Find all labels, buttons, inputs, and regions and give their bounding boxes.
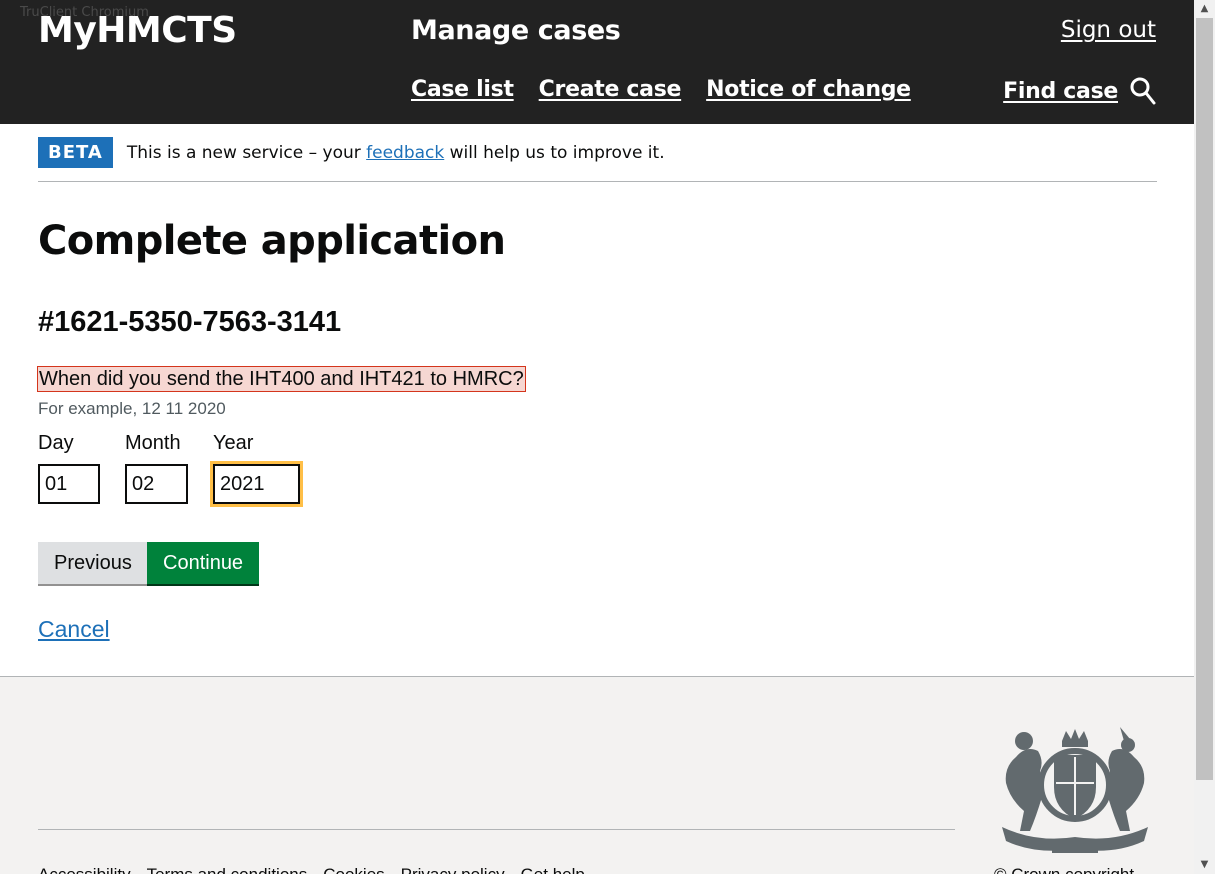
scroll-down-arrow-icon[interactable]: ▼ xyxy=(1194,856,1215,874)
year-input[interactable] xyxy=(213,464,300,504)
year-field: Year xyxy=(213,432,300,504)
previous-button[interactable]: Previous xyxy=(38,542,147,584)
nav-notice-of-change[interactable]: Notice of change xyxy=(706,77,911,102)
footer-link-privacy[interactable]: Privacy policy xyxy=(401,865,505,874)
banner-text-after: will help us to improve it. xyxy=(444,143,665,163)
banner-text-before: This is a new service – your xyxy=(126,143,367,163)
month-input[interactable] xyxy=(125,464,188,504)
service-name-link[interactable]: Manage cases xyxy=(411,15,621,46)
cancel-link[interactable]: Cancel xyxy=(38,616,110,643)
search-icon xyxy=(1130,77,1156,105)
nav-create-case[interactable]: Create case xyxy=(539,77,682,102)
phase-banner: BETA This is a new service – your feedba… xyxy=(38,137,1157,182)
day-label: Day xyxy=(38,432,74,454)
month-label: Month xyxy=(125,432,181,454)
site-header: TruClient Chromium MyHMCTS Manage cases … xyxy=(0,0,1194,124)
case-reference: #1621-5350-7563-3141 xyxy=(38,306,342,338)
page-title: Complete application xyxy=(38,218,506,264)
footer-divider xyxy=(38,829,955,830)
date-hint: For example, 12 11 2020 xyxy=(38,399,226,418)
scroll-up-arrow-icon[interactable]: ▲ xyxy=(1194,0,1215,18)
day-input[interactable] xyxy=(38,464,100,504)
footer-link-cookies[interactable]: Cookies xyxy=(323,865,384,874)
find-case-label: Find case xyxy=(1003,78,1118,104)
find-case-link[interactable]: Find case xyxy=(1003,77,1156,105)
primary-nav: Case list Create case Notice of change xyxy=(411,77,911,102)
sign-out-link[interactable]: Sign out xyxy=(1061,17,1156,43)
footer-link-terms[interactable]: Terms and conditions xyxy=(147,865,308,874)
footer-link-accessibility[interactable]: Accessibility xyxy=(38,865,131,874)
feedback-link[interactable]: feedback xyxy=(366,143,444,163)
day-field: Day xyxy=(38,432,100,504)
royal-coat-of-arms-icon xyxy=(1002,727,1148,853)
year-label: Year xyxy=(213,432,254,454)
beta-tag: BETA xyxy=(38,137,113,168)
continue-button[interactable]: Continue xyxy=(147,542,259,584)
crown-copyright-link[interactable]: © Crown copyright xyxy=(994,865,1134,874)
browser-viewport: TruClient Chromium MyHMCTS Manage cases … xyxy=(0,0,1215,874)
logo-link[interactable]: MyHMCTS xyxy=(38,10,237,51)
month-field: Month xyxy=(125,432,188,504)
site-footer: Accessibility Terms and conditions Cooki… xyxy=(0,676,1194,874)
nav-case-list[interactable]: Case list xyxy=(411,77,514,102)
footer-links: Accessibility Terms and conditions Cooki… xyxy=(38,865,585,874)
scroll-thumb[interactable] xyxy=(1196,18,1213,780)
date-question-label: When did you send the IHT400 and IHT421 … xyxy=(37,366,526,392)
banner-text: This is a new service – your feedback wi… xyxy=(127,143,665,163)
footer-link-get-help[interactable]: Get help xyxy=(521,865,585,874)
page-scrollbar[interactable]: ▲ ▼ xyxy=(1194,0,1215,874)
